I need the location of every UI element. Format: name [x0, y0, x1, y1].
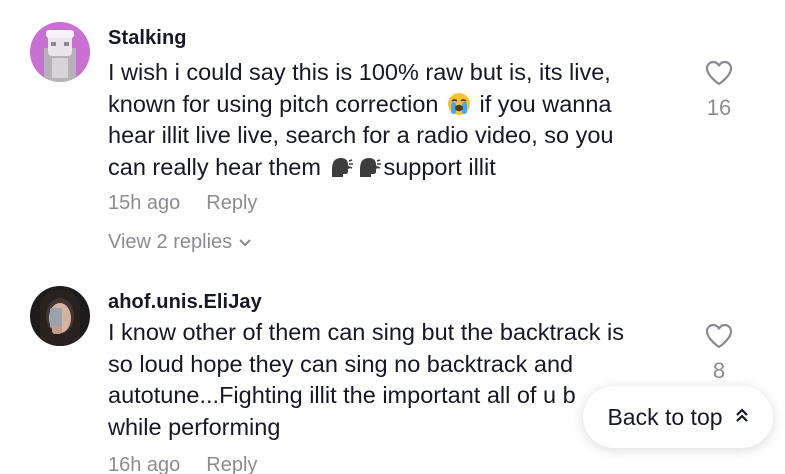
comment-time: 16h ago [108, 454, 181, 474]
chevron-down-icon [238, 231, 252, 254]
avatar-image [30, 22, 90, 82]
comment-username[interactable]: ahof.unis.EliJay [108, 291, 262, 314]
loudly-crying-face-emoji-icon [447, 92, 471, 116]
comment-text-segment: support illit [383, 153, 496, 180]
comment-text-line: known for using pitch correction if you … [108, 89, 683, 121]
comment-meta: 15h ago Reply [108, 192, 257, 215]
comment-text-line: can really hear them support illit [108, 152, 683, 184]
comment-username[interactable]: Stalking [108, 27, 187, 50]
comment-text-line: hear illit live live, search for a radio… [108, 122, 614, 148]
comments-panel: Stalking I wish i could say this is 100%… [0, 0, 785, 474]
comment-text: I wish i could say this is 100% raw but … [108, 57, 683, 183]
heart-icon [705, 323, 733, 353]
reply-button[interactable]: Reply [206, 454, 257, 474]
comment-time: 15h ago [108, 192, 181, 214]
comment-text-segment: if you wanna [479, 90, 612, 117]
comment-text-segment: known for using pitch correction [108, 90, 445, 117]
view-replies-label: View 2 replies [108, 231, 233, 253]
view-replies-button[interactable]: View 2 replies [108, 231, 252, 254]
back-to-top-button[interactable]: Back to top [583, 386, 773, 448]
speaking-head-emoji-icon [329, 155, 354, 179]
avatar[interactable] [30, 286, 90, 346]
like-count: 8 [712, 358, 726, 383]
reply-button[interactable]: Reply [206, 192, 257, 214]
avatar[interactable] [30, 22, 90, 82]
comment-text-line: I know other of them can sing but the ba… [108, 319, 624, 345]
double-chevron-up-icon [735, 407, 749, 428]
back-to-top-label: Back to top [607, 403, 723, 430]
comment-text-line: so loud hope they can sing no backtrack … [108, 350, 574, 377]
comment-meta: 16h ago Reply [108, 454, 257, 474]
heart-icon [705, 60, 733, 90]
like-button[interactable]: 8 [700, 323, 738, 384]
comment-text-segment: can really hear them [108, 153, 328, 180]
speaking-head-emoji-icon [357, 155, 382, 179]
like-count: 16 [706, 95, 732, 120]
like-button[interactable]: 16 [700, 60, 738, 121]
comment-text-line: I wish i could say this is 100% raw but … [108, 59, 611, 85]
avatar-image [30, 286, 90, 346]
